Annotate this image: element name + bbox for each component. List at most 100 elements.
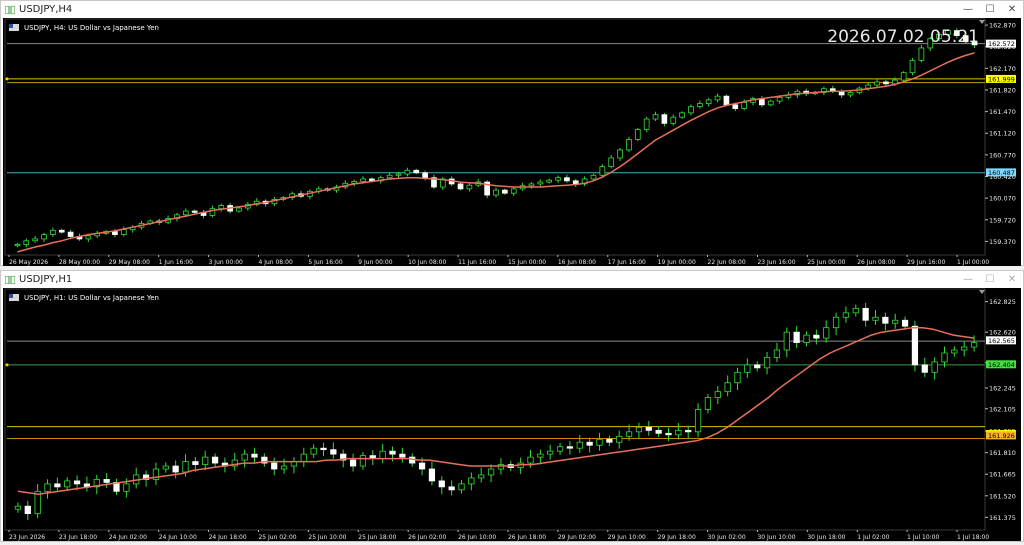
candle-body (162, 465, 169, 470)
candle-body (694, 409, 702, 433)
candle-body (359, 455, 367, 467)
candle-body (773, 349, 781, 358)
price-tick-label: 159.720 (989, 216, 1016, 224)
time-tick-label: 26 Jun 02:00 (408, 534, 446, 541)
candle-body (330, 449, 337, 455)
time-tick-label: 26 Jun 10:00 (458, 534, 496, 541)
candle-body (688, 106, 694, 114)
candle-body (696, 103, 703, 108)
maximize-button[interactable]: ☐ (979, 1, 1001, 18)
minimize-button[interactable]: — (957, 271, 979, 288)
candle-body (251, 453, 258, 458)
maximize-button[interactable]: ☐ (979, 271, 1001, 288)
candle-body (428, 468, 436, 482)
candle-body (123, 483, 130, 492)
candle-body (635, 426, 643, 433)
candle-body (418, 462, 426, 470)
candle-body (931, 361, 938, 373)
candle-body (528, 183, 535, 187)
candle-body (776, 97, 783, 102)
candle-body (901, 319, 909, 327)
price-chart-h1[interactable]: USDJPY, H1: US Dollar vs Japanese Yen 162… (3, 288, 1021, 541)
price-chart-h4[interactable]: USDJPY, H4: US Dollar vs Japanese Yen 162… (3, 18, 1021, 266)
time-tick-label: 16 Jun 08:00 (558, 259, 596, 266)
candle-body (665, 432, 672, 436)
time-tick-label: 24 Jun 10:00 (159, 534, 197, 541)
candle-body (192, 461, 199, 465)
candle-body (14, 244, 21, 247)
candle-body (847, 92, 854, 96)
chart-window-h1[interactable]: USDJPY,H1 — ☐ ✕ USDJPY, H1: US Dollar vs… (0, 270, 1024, 542)
time-tick-label: 25 Jun 02:00 (258, 534, 296, 541)
time-tick-label: 1 Jul 00:00 (957, 259, 989, 266)
candle-body (685, 429, 692, 433)
candle-body (438, 480, 445, 488)
price-tick-label: 161.520 (989, 492, 1016, 500)
candle-body (596, 438, 603, 446)
minimize-button[interactable]: — (957, 1, 979, 18)
candle-body (606, 438, 613, 443)
candle-body (763, 357, 771, 369)
candle-body (182, 210, 189, 216)
candle-body (754, 364, 761, 369)
chart-window-h4[interactable]: USDJPY,H4 — ☐ ✕ USDJPY, H4: US Dollar vs… (0, 0, 1024, 266)
window-titlebar[interactable]: USDJPY,H4 — ☐ ✕ (1, 1, 1023, 18)
candle-body (546, 179, 553, 183)
price-tick-label: 160.770 (989, 151, 1016, 159)
candle-body (555, 177, 561, 181)
candle-body (874, 81, 880, 86)
price-level-label: 162.565 (988, 337, 1015, 345)
candle-body (645, 426, 652, 431)
candlestick-chart[interactable]: USDJPY, H1: US Dollar vs Japanese Yen 162… (3, 288, 1021, 541)
time-tick-label: 25 Jun 18:00 (358, 534, 396, 541)
price-level-label: 161.999 (988, 75, 1015, 83)
candle-body (310, 447, 317, 455)
candle-body (675, 429, 682, 436)
window-titlebar[interactable]: USDJPY,H1 — ☐ ✕ (1, 271, 1023, 288)
candlestick-chart[interactable]: USDJPY, H4: US Dollar vs Japanese Yen 162… (3, 18, 1021, 266)
candle-body (918, 47, 925, 61)
chart-info: USDJPY, H4: US Dollar vs Japanese Yen (24, 24, 159, 32)
candle-body (852, 307, 859, 314)
candle-body (478, 474, 485, 479)
candle-body (85, 235, 92, 240)
time-tick-label: 30 Jun 10:00 (757, 534, 795, 541)
price-tick-label: 160.070 (989, 195, 1016, 203)
candle-body (547, 450, 554, 455)
time-tick-label: 22 Jun 08:00 (708, 259, 746, 266)
time-tick-label: 19 Jun 00:00 (658, 259, 696, 266)
window-title: USDJPY,H1 (19, 274, 73, 285)
time-tick-label: 24 Jun 02:00 (109, 534, 147, 541)
candle-body (625, 431, 633, 437)
candle-body (872, 316, 879, 321)
candle-body (883, 81, 889, 85)
time-tick-label: 30 Jun 02:00 (708, 534, 746, 541)
close-button[interactable]: ✕ (1001, 1, 1023, 18)
candle-body (655, 429, 662, 434)
close-button[interactable]: ✕ (1001, 271, 1023, 288)
chart-window-icon (5, 5, 15, 14)
candle-body (44, 483, 51, 492)
candle-body (422, 172, 428, 179)
time-tick-label: 10 Jun 08:00 (408, 259, 446, 266)
candle-body (23, 240, 30, 245)
candle-body (120, 229, 127, 236)
candle-body (379, 450, 386, 460)
candle-body (724, 382, 731, 393)
candle-body (360, 178, 366, 182)
time-tick-label: 3 Jun 00:00 (209, 259, 243, 266)
price-level-label: 160.487 (988, 169, 1015, 177)
candle-body (767, 100, 774, 106)
candle-body (961, 346, 968, 351)
price-tick-label: 162.870 (989, 22, 1016, 30)
candle-body (413, 169, 420, 174)
candle-body (652, 114, 659, 120)
candle-body (566, 446, 574, 449)
level-marker (5, 77, 9, 81)
candle-body (626, 139, 632, 151)
time-tick-label: 29 Jun 16:00 (907, 259, 945, 266)
candle-body (643, 118, 650, 130)
candle-body (556, 446, 564, 452)
candle-body (705, 99, 712, 104)
price-level-label: 162.404 (988, 361, 1015, 369)
